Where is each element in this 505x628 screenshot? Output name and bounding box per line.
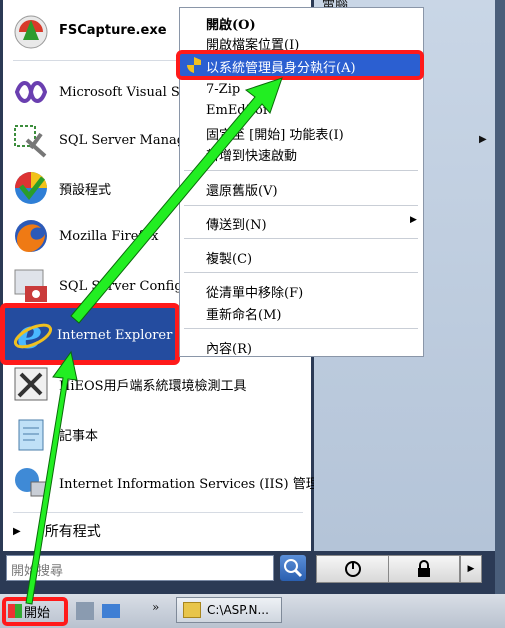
chevron-right-icon: ▶ xyxy=(410,215,417,225)
program-iis-manager[interactable]: Internet Information Services (IIS) 管理員 xyxy=(11,458,332,506)
overflow-chevron-icon[interactable]: » xyxy=(152,600,159,614)
chevron-right-icon: ▶ xyxy=(467,564,475,574)
menu-separator xyxy=(184,328,418,329)
menu-open[interactable]: 開啟(O) xyxy=(206,14,256,33)
notepad-icon xyxy=(11,414,51,454)
taskbar-item-folder[interactable]: C:\ASP.N... xyxy=(176,597,282,623)
start-button-annotation xyxy=(2,597,68,626)
chevron-right-icon: ▶ xyxy=(479,134,487,145)
server-manager-icon[interactable] xyxy=(76,602,94,620)
lock-icon xyxy=(418,560,430,577)
menu-copy[interactable]: 複製(C) xyxy=(206,248,252,267)
menu-quick-launch[interactable]: 新增到快速啟動 xyxy=(206,145,297,164)
menu-separator xyxy=(184,170,418,171)
all-programs-separator xyxy=(13,512,303,513)
menu-remove[interactable]: 從清單中移除(F) xyxy=(206,282,303,301)
fscapture-icon xyxy=(11,10,51,50)
iis-icon xyxy=(11,462,51,502)
menu-pin-start[interactable]: 固定至 [開始] 功能表(I) xyxy=(206,124,344,143)
power-icon xyxy=(345,561,361,577)
shutdown-options-button[interactable]: ▶ xyxy=(460,555,482,583)
sql-server-icon xyxy=(11,120,51,160)
program-hieos-tool[interactable]: HiEOS用戶端系統環境檢測工具 xyxy=(11,360,311,408)
menu-restore[interactable]: 還原舊版(V) xyxy=(206,180,278,199)
taskbar: 開始 » C:\ASP.N... xyxy=(0,594,505,628)
sql-config-icon xyxy=(11,266,51,306)
internet-explorer-icon: e xyxy=(13,311,53,358)
menu-separator xyxy=(184,272,418,273)
menu-separator xyxy=(184,205,418,206)
triangle-right-icon: ▶ xyxy=(13,525,21,537)
menu-run-as-admin[interactable]: 以系統管理員身分執行(A) xyxy=(176,50,424,80)
show-desktop-icon[interactable] xyxy=(102,604,120,618)
visual-studio-icon xyxy=(11,72,51,112)
program-notepad[interactable]: 記事本 xyxy=(11,410,311,458)
firefox-icon xyxy=(11,216,51,256)
menu-7zip[interactable]: 7-Zip xyxy=(206,82,240,97)
search-button[interactable] xyxy=(280,555,306,581)
search-input[interactable]: 開始搜尋 xyxy=(6,555,274,581)
default-programs-icon xyxy=(11,168,51,208)
menu-send-to[interactable]: 傳送到(N) xyxy=(206,214,267,233)
menu-rename[interactable]: 重新命名(M) xyxy=(206,304,281,323)
all-programs-button[interactable]: ▶ 所有程式 xyxy=(11,518,301,544)
tools-icon xyxy=(11,364,51,404)
menu-emeditor[interactable]: EmEditor xyxy=(206,103,269,118)
folder-icon xyxy=(183,602,201,618)
uac-shield-icon xyxy=(186,56,202,78)
program-internet-explorer[interactable]: e Internet Explorer xyxy=(0,303,180,365)
menu-properties[interactable]: 內容(R) xyxy=(206,338,252,357)
search-icon xyxy=(284,559,303,578)
shutdown-button[interactable] xyxy=(316,555,390,583)
search-row: 開始搜尋 ▶ xyxy=(0,551,495,594)
menu-separator xyxy=(184,238,418,239)
lock-button[interactable] xyxy=(388,555,460,583)
